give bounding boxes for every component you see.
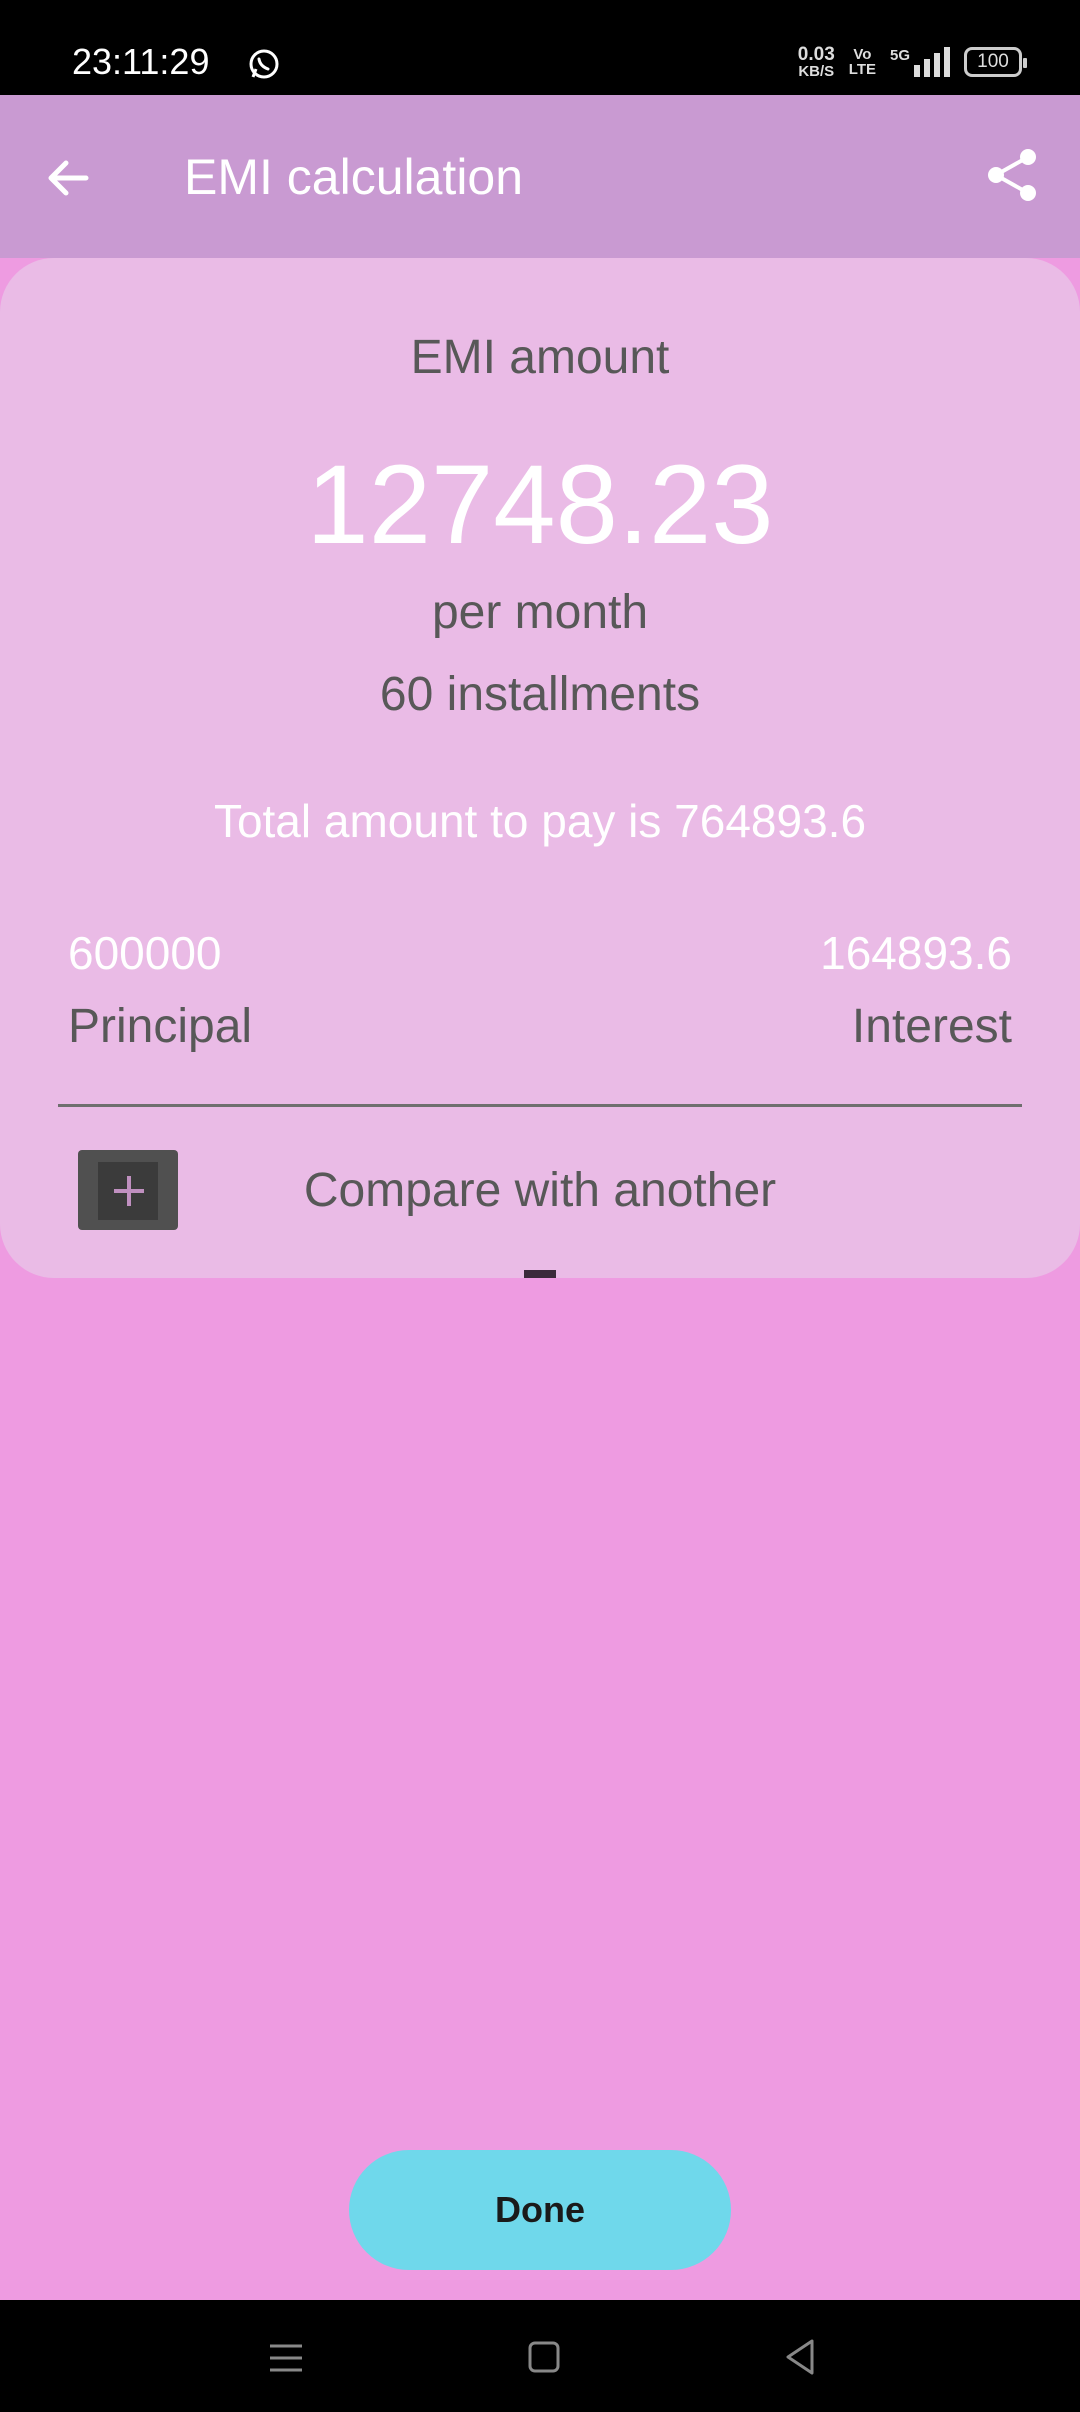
data-speed-unit: KB/S xyxy=(798,63,835,80)
per-month-label: per month xyxy=(431,586,649,639)
emi-result-card: EMI amount 12748.23 per month 60 install… xyxy=(0,258,1080,1278)
drag-handle xyxy=(524,1270,556,1278)
volte-bottom: LTE xyxy=(848,61,876,78)
whatsapp-icon xyxy=(249,49,279,79)
back-triangle-icon[interactable] xyxy=(784,2338,816,2376)
share-icon[interactable] xyxy=(982,145,1042,205)
page-title: EMI calculation xyxy=(184,149,524,205)
interest-label: Interest xyxy=(851,1000,1012,1053)
home-icon[interactable] xyxy=(528,2340,560,2374)
status-indicators: 0.03 KB/S Vo LTE 5G 100 xyxy=(798,42,1027,82)
recents-icon[interactable] xyxy=(268,2342,304,2374)
status-bar: 23:11:29 0.03 KB/S Vo LTE 5G 100 xyxy=(0,0,1080,95)
network-type: 5G xyxy=(889,47,910,64)
volte-top: Vo xyxy=(853,46,872,63)
emi-amount-label: EMI amount xyxy=(410,331,670,384)
done-button[interactable]: Done xyxy=(349,2150,731,2270)
emi-amount-value: 12748.23 xyxy=(306,442,774,567)
status-time: 23:11:29 xyxy=(72,41,210,82)
compare-with-another-button[interactable]: Compare with another xyxy=(0,1128,1080,1248)
system-navigation-bar xyxy=(0,2300,1080,2412)
volte-indicator: Vo LTE xyxy=(849,47,876,77)
battery-icon: 100 xyxy=(964,47,1027,77)
back-arrow-icon[interactable] xyxy=(40,150,96,206)
data-speed: 0.03 KB/S xyxy=(798,45,835,79)
data-speed-value: 0.03 xyxy=(797,44,835,65)
divider xyxy=(58,1104,1022,1107)
app-bar: EMI calculation xyxy=(0,95,1080,258)
signal-icon: 5G xyxy=(890,47,950,77)
principal-label: Principal xyxy=(68,1000,253,1053)
total-amount-text: Total amount to pay is 764893.6 xyxy=(213,795,867,847)
principal-value: 600000 xyxy=(68,927,222,979)
compare-label: Compare with another xyxy=(303,1164,777,1217)
interest-value: 164893.6 xyxy=(820,927,1012,979)
installments-label: 60 installments xyxy=(379,668,701,721)
